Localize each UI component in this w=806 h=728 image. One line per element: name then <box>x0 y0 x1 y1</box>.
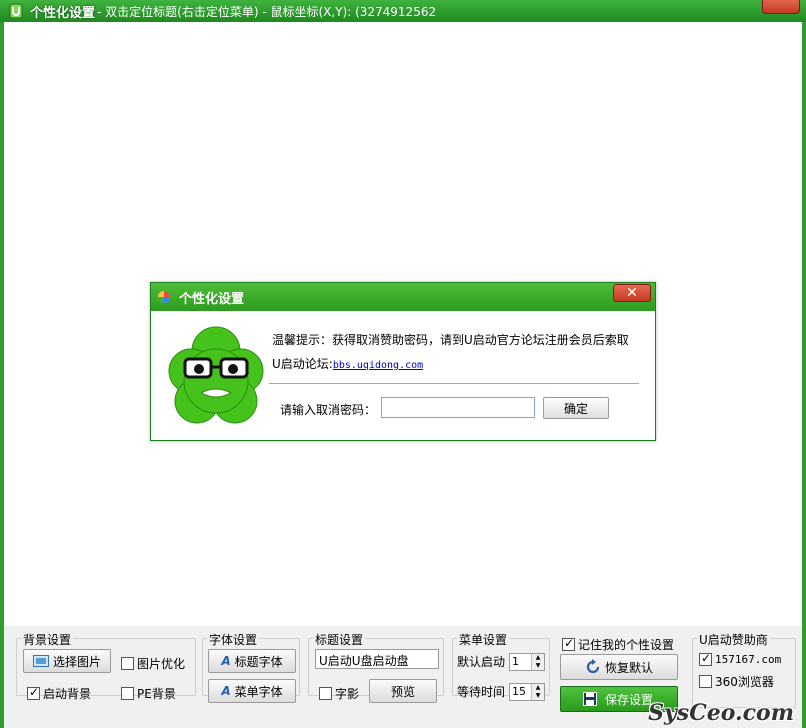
checkbox-box <box>27 685 40 700</box>
font-icon: A <box>221 684 231 698</box>
title-font-button[interactable]: A 标题字体 <box>208 649 296 673</box>
divider <box>269 383 639 384</box>
forum-label: U启动论坛: <box>272 357 333 371</box>
menu-settings-group: 菜单设置 默认启动 1 ▲ ▼ 等待时间 15 ▲ ▼ <box>452 631 550 701</box>
mascot-image <box>168 326 264 424</box>
wait-time-label: 等待时间 <box>457 685 506 699</box>
group-title: U启动赞助商 <box>697 631 770 648</box>
spin-arrows-icon[interactable]: ▲ ▼ <box>531 684 544 700</box>
checkbox-box <box>319 687 332 700</box>
group-title: 字体设置 <box>207 631 260 648</box>
confirm-button[interactable]: 确定 <box>543 397 609 419</box>
save-settings-label: 保存设置 <box>605 692 654 707</box>
group-title: 菜单设置 <box>457 631 510 648</box>
optimize-image-label: 图片优化 <box>137 657 186 671</box>
font-icon: A <box>221 654 231 668</box>
sponsor-157167-label: 157167.com <box>715 653 782 666</box>
dialog-body: 温馨提示：获得取消赞助密码，请到U启动官方论坛注册会员后索取 U启动论坛:bbs… <box>151 311 655 440</box>
color-wheel-icon <box>158 291 170 303</box>
password-label: 请输入取消密码： <box>280 403 377 417</box>
pe-background-checkbox[interactable]: PE背景 <box>121 685 176 702</box>
group-title: 背景设置 <box>21 631 74 648</box>
choose-image-button[interactable]: 选择图片 <box>23 649 111 673</box>
dialog-close-button[interactable]: ✕ <box>613 284 651 302</box>
restore-defaults-label: 恢复默认 <box>604 660 653 675</box>
boot-background-label: 启动背景 <box>43 687 92 701</box>
choose-image-label: 选择图片 <box>52 654 101 669</box>
forum-link[interactable]: bbs.uqidong.com <box>333 360 423 371</box>
app-icon <box>9 3 23 19</box>
pe-background-label: PE背景 <box>137 687 176 701</box>
wait-time-value: 15 <box>512 685 526 698</box>
window-title: 个性化设置 <box>30 5 96 21</box>
heading-text-input[interactable]: U启动U盘启动盘 <box>315 649 439 669</box>
checkbox-box <box>121 687 134 700</box>
default-boot-stepper[interactable]: 1 ▲ ▼ <box>509 653 545 671</box>
font-settings-group: 字体设置 A 标题字体 A 菜单字体 <box>202 631 300 703</box>
default-boot-label: 默认启动 <box>457 655 506 669</box>
menu-font-button[interactable]: A 菜单字体 <box>208 679 296 703</box>
window-subtitle: - 双击定位标题(右击定位菜单) - 鼠标坐标(X,Y): (327491256… <box>97 4 437 19</box>
restore-defaults-button[interactable]: 恢复默认 <box>560 654 678 680</box>
sponsor-360-label: 360浏览器 <box>715 675 774 689</box>
checkbox-box <box>121 657 134 670</box>
shadow-checkbox[interactable]: 字影 <box>319 685 359 702</box>
checkbox-box <box>699 651 712 666</box>
optimize-image-checkbox[interactable]: 图片优化 <box>121 655 185 672</box>
sponsor-360-checkbox[interactable]: 360浏览器 <box>699 673 774 690</box>
menu-font-label: 菜单字体 <box>234 684 283 699</box>
window-close-button[interactable] <box>762 0 800 14</box>
forum-row: U启动论坛:bbs.uqidong.com <box>272 355 423 372</box>
window-titlebar[interactable]: 个性化设置 - 双击定位标题(右击定位菜单) - 鼠标坐标(X,Y): (327… <box>0 0 806 22</box>
password-input[interactable] <box>381 397 535 418</box>
heading-settings-group: 标题设置 U启动U盘启动盘 字影 预览 <box>308 631 444 703</box>
checkbox-box <box>562 636 575 651</box>
dialog-titlebar[interactable]: 个性化设置 ✕ <box>151 283 655 311</box>
close-icon: ✕ <box>626 285 638 301</box>
group-title: 标题设置 <box>313 631 366 648</box>
remember-settings-label: 记住我的个性设置 <box>578 638 675 652</box>
checkbox-box <box>699 675 712 688</box>
wait-time-stepper[interactable]: 15 ▲ ▼ <box>509 683 545 701</box>
sponsor-group: U启动赞助商 157167.com 360浏览器 <box>692 631 796 708</box>
floppy-disk-icon <box>583 692 597 706</box>
watermark: SysCeo.com <box>648 700 794 726</box>
background-settings-group: 背景设置 选择图片 图片优化 启动背景 PE背景 <box>16 631 196 701</box>
image-icon <box>32 655 49 667</box>
password-dialog: 个性化设置 ✕ 温馨提示：获得取消赞助密码，请到U启动官方论坛注册会员后索取 U… <box>150 282 656 441</box>
preview-button[interactable]: 预览 <box>369 679 437 703</box>
refresh-icon <box>586 659 600 674</box>
hint-text: 温馨提示：获得取消赞助密码，请到U启动官方论坛注册会员后索取 <box>272 333 629 347</box>
default-boot-value: 1 <box>512 655 519 668</box>
settings-panel: 背景设置 选择图片 图片优化 启动背景 PE背景 字体设置 A 标题字体 <box>4 626 802 728</box>
remember-settings-checkbox[interactable]: 记住我的个性设置 <box>562 636 674 653</box>
title-font-label: 标题字体 <box>234 654 283 669</box>
shadow-label: 字影 <box>335 687 360 701</box>
sponsor-157167-checkbox[interactable]: 157167.com <box>699 651 782 666</box>
spin-arrows-icon[interactable]: ▲ ▼ <box>531 654 544 670</box>
dialog-title: 个性化设置 <box>179 291 245 307</box>
boot-background-checkbox[interactable]: 启动背景 <box>27 685 91 702</box>
